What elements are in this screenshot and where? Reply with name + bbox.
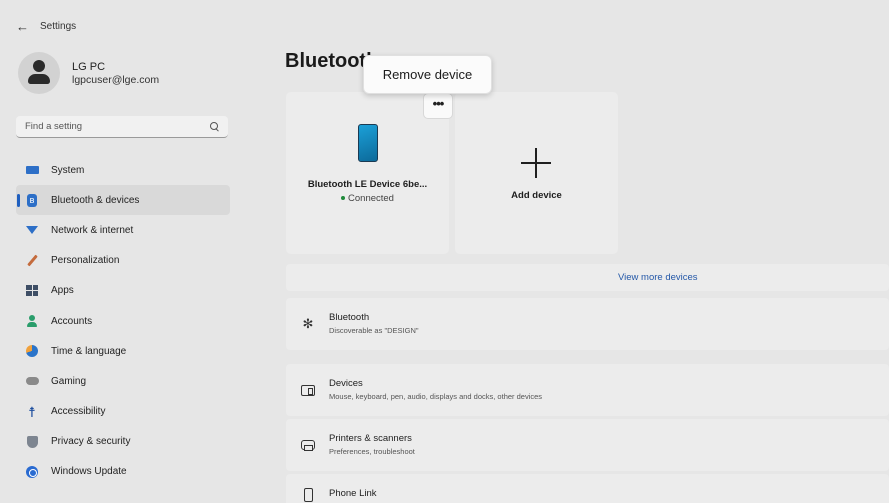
devices-row[interactable]: Devices Mouse, keyboard, pen, audio, dis… <box>286 364 889 416</box>
profile-name: LG PC <box>72 60 106 73</box>
time-language-icon <box>25 344 39 358</box>
sidebar-item-label: Accounts <box>51 315 93 327</box>
more-options-button[interactable]: ••• <box>423 93 453 119</box>
device-name: Bluetooth LE Device 6be... <box>307 179 428 190</box>
sidebar-nav: System ʙ Bluetooth & devices Network & i… <box>16 155 230 487</box>
sidebar-item-label: Windows Update <box>51 466 127 478</box>
window-title: Settings <box>40 20 77 32</box>
row-subtitle: Mouse, keyboard, pen, audio, displays an… <box>329 392 543 401</box>
network-icon <box>25 223 39 237</box>
sidebar-item-label: Personalization <box>51 255 120 267</box>
sidebar-item-label: Network & internet <box>51 224 134 236</box>
add-device-label: Add device <box>511 190 562 201</box>
accounts-icon <box>25 314 39 328</box>
sidebar-item-label: Gaming <box>51 375 87 387</box>
plus-icon <box>521 148 551 178</box>
printers-scanners-row[interactable]: Printers & scanners Preferences, trouble… <box>286 419 889 471</box>
bluetooth-toggle-row[interactable]: ✻ Bluetooth Discoverable as "DESIGN" <box>286 298 889 350</box>
bluetooth-icon: ʙ <box>25 193 39 207</box>
sidebar-item-label: Accessibility <box>51 406 106 418</box>
connected-dot-icon <box>341 196 346 201</box>
gaming-icon <box>25 374 39 388</box>
row-subtitle: Discoverable as "DESIGN" <box>329 326 419 335</box>
phone-link-icon <box>300 487 316 503</box>
sidebar-item-personalization[interactable]: Personalization <box>16 246 230 276</box>
row-title: Devices <box>329 378 363 389</box>
windows-update-icon <box>25 465 39 479</box>
printer-icon <box>300 437 316 453</box>
avatar <box>18 52 60 94</box>
sidebar-item-apps[interactable]: Apps <box>16 276 230 306</box>
row-title: Bluetooth <box>329 312 370 323</box>
phone-link-row[interactable]: Phone Link <box>286 474 889 503</box>
profile-email: lgpcuser@lge.com <box>72 73 160 86</box>
view-more-devices-link[interactable]: View more devices <box>618 272 698 283</box>
device-status: Connected <box>286 193 449 204</box>
row-title: Printers & scanners <box>329 433 412 444</box>
title-bar: ← Settings <box>0 12 76 40</box>
settings-window: ← Settings LG PC lgpcuser@lge.com Find a… <box>0 0 889 503</box>
search-placeholder: Find a setting <box>25 121 83 132</box>
sidebar-item-label: Apps <box>51 285 74 297</box>
sidebar-item-bluetooth-devices[interactable]: ʙ Bluetooth & devices <box>16 185 230 216</box>
search-input[interactable]: Find a setting <box>16 116 228 138</box>
apps-icon <box>25 284 39 298</box>
bluetooth-symbol-icon: ✻ <box>302 316 314 331</box>
sidebar-item-accounts[interactable]: Accounts <box>16 306 230 336</box>
sidebar-item-network[interactable]: Network & internet <box>16 215 230 245</box>
sidebar-item-system[interactable]: System <box>16 155 230 185</box>
search-icon <box>210 122 219 131</box>
system-icon <box>25 163 39 177</box>
sidebar-item-windows-update[interactable]: Windows Update <box>16 457 230 487</box>
user-profile[interactable]: LG PC lgpcuser@lge.com <box>18 52 159 94</box>
privacy-icon <box>25 435 39 449</box>
sidebar-item-label: Privacy & security <box>51 436 131 448</box>
personalization-icon <box>25 254 39 268</box>
view-more-devices-bar[interactable] <box>286 264 889 291</box>
remove-device-menu-item[interactable]: Remove device <box>363 55 492 94</box>
device-status-text: Connected <box>348 193 394 204</box>
back-arrow-icon[interactable]: ← <box>16 19 34 34</box>
devices-icon <box>300 382 316 398</box>
sidebar-item-label: Time & language <box>51 345 127 357</box>
sidebar-item-accessibility[interactable]: ☨ Accessibility <box>16 397 230 427</box>
sidebar-item-gaming[interactable]: Gaming <box>16 366 230 396</box>
sidebar-item-label: Bluetooth & devices <box>51 194 140 206</box>
sidebar-item-privacy[interactable]: Privacy & security <box>16 427 230 457</box>
row-subtitle: Preferences, troubleshoot <box>329 447 415 456</box>
accessibility-icon: ☨ <box>28 403 36 420</box>
sidebar-item-time-language[interactable]: Time & language <box>16 336 230 366</box>
phone-device-icon <box>358 124 378 162</box>
sidebar-item-label: System <box>51 164 85 176</box>
row-title: Phone Link <box>329 488 377 499</box>
